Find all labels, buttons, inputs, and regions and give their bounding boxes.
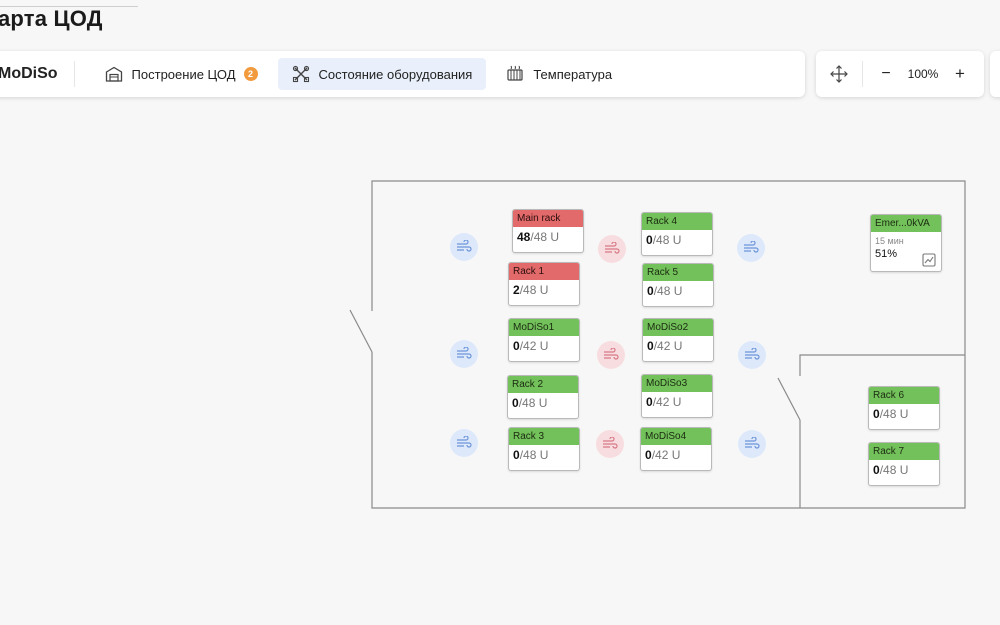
rack-main[interactable]: Main rack 48/48 U — [512, 209, 584, 253]
ups-unit[interactable]: Emer...0kVA 15 мин 51% — [870, 214, 942, 272]
cooling-unit-alert[interactable] — [598, 235, 626, 263]
cooling-unit-alert[interactable] — [597, 341, 625, 369]
rack-capacity: /48 U — [879, 407, 909, 421]
rack-modiso2[interactable]: MoDiSo2 0/42 U — [642, 318, 714, 362]
wind-icon — [745, 348, 760, 360]
rack-2[interactable]: Rack 2 0/48 U — [507, 375, 579, 419]
rack-used: 2 — [513, 283, 520, 297]
ups-name: Emer...0kVA — [871, 215, 941, 232]
wind-icon — [457, 240, 472, 252]
cooling-unit[interactable] — [737, 234, 765, 262]
cooling-unit[interactable] — [450, 429, 478, 457]
rack-3[interactable]: Rack 3 0/48 U — [508, 427, 580, 471]
rack-modiso1[interactable]: MoDiSo1 0/42 U — [508, 318, 580, 362]
rack-used: 0 — [645, 448, 652, 462]
rack-used: 0 — [647, 339, 654, 353]
rack-name: Rack 4 — [642, 213, 712, 230]
door-inner — [777, 377, 801, 421]
wind-icon — [603, 437, 618, 449]
rack-name: MoDiSo4 — [641, 428, 711, 445]
rack-modiso3[interactable]: MoDiSo3 0/42 U — [641, 374, 713, 418]
rack-used: 0 — [873, 463, 880, 477]
rack-capacity: /42 U — [519, 339, 549, 353]
rack-name: MoDiSo1 — [509, 319, 579, 336]
rack-used: 0 — [873, 407, 880, 421]
rack-used: 0 — [646, 233, 653, 247]
rack-capacity: /48 U — [519, 283, 549, 297]
rack-used: 0 — [513, 339, 520, 353]
wind-icon — [605, 242, 620, 254]
rack-name: MoDiSo3 — [642, 375, 712, 392]
rack-name: Main rack — [513, 210, 583, 227]
cooling-unit[interactable] — [738, 430, 766, 458]
rack-capacity: /48 U — [519, 448, 549, 462]
rack-used: 0 — [647, 284, 654, 298]
rack-4[interactable]: Rack 4 0/48 U — [641, 212, 713, 256]
wind-icon — [745, 437, 760, 449]
cooling-unit[interactable] — [738, 341, 766, 369]
rack-name: MoDiSo2 — [643, 319, 713, 336]
rack-used: 48 — [517, 230, 531, 244]
rack-name: Rack 2 — [508, 376, 578, 393]
rack-name: Rack 7 — [869, 443, 939, 460]
rack-used: 0 — [513, 448, 520, 462]
floor-plan — [349, 180, 966, 509]
rack-capacity: /42 U — [652, 395, 682, 409]
inner-wall-top — [799, 354, 965, 376]
wind-icon — [744, 241, 759, 253]
door-left — [349, 309, 373, 353]
rack-capacity: /48 U — [879, 463, 909, 477]
rack-name: Rack 1 — [509, 263, 579, 280]
wind-icon — [457, 347, 472, 359]
rack-5[interactable]: Rack 5 0/48 U — [642, 263, 714, 307]
rack-7[interactable]: Rack 7 0/48 U — [868, 442, 940, 486]
rack-capacity: /48 U — [652, 233, 682, 247]
rack-used: 0 — [646, 395, 653, 409]
cooling-unit[interactable] — [450, 340, 478, 368]
chart-icon — [922, 253, 936, 267]
rack-modiso4[interactable]: MoDiSo4 0/42 U — [640, 427, 712, 471]
rack-capacity: /42 U — [651, 448, 681, 462]
ups-runtime: 15 мин — [875, 236, 904, 246]
rack-6[interactable]: Rack 6 0/48 U — [868, 386, 940, 430]
rack-capacity: /42 U — [653, 339, 683, 353]
rack-name: Rack 6 — [869, 387, 939, 404]
wind-icon — [457, 436, 472, 448]
rack-name: Rack 3 — [509, 428, 579, 445]
cooling-unit[interactable] — [450, 233, 478, 261]
rack-name: Rack 5 — [643, 264, 713, 281]
wind-icon — [604, 348, 619, 360]
cooling-unit-alert[interactable] — [596, 430, 624, 458]
rack-used: 0 — [512, 396, 519, 410]
rack-capacity: /48 U — [530, 230, 560, 244]
rack-1[interactable]: Rack 1 2/48 U — [508, 262, 580, 306]
rack-capacity: /48 U — [518, 396, 548, 410]
rack-capacity: /48 U — [653, 284, 683, 298]
